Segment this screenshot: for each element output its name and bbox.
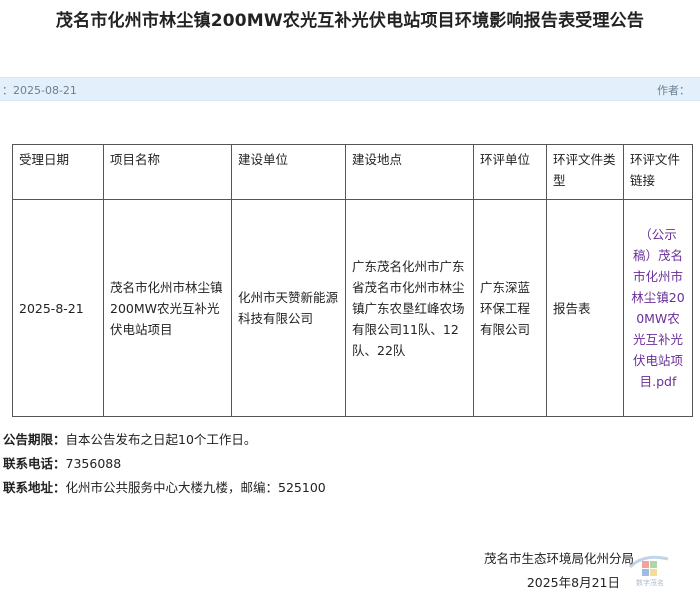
notice-period: 公告期限：自本公告发布之日起10个工作日。 (3, 429, 256, 448)
header-cell: 环评文件类型 (546, 144, 624, 200)
watermark-text: 数字茂名 (636, 578, 664, 587)
cell-date: 2025-8-21 (12, 199, 104, 417)
issuer-name: 茂名市生态环境局化州分局 (483, 551, 634, 566)
contact-phone-label: 联系电话： (3, 456, 66, 471)
notice-period-value: 自本公告发布之日起10个工作日。 (65, 432, 257, 447)
cell-project: 茂名市化州市林尘镇200MW农光互补光伏电站项目 (103, 199, 232, 417)
table-header-row: 受理日期 项目名称 建设单位 建设地点 环评单位 环评文件类型 环评文件链接 (12, 144, 693, 200)
cell-link: （公示稿）茂名市化州市林尘镇200MW农光互补光伏电站项目.pdf (623, 199, 693, 417)
header-cell: 建设单位 (231, 144, 346, 200)
site-logo-watermark: 数字茂名 (624, 549, 676, 589)
author-label: 作者： (657, 84, 690, 97)
notice-period-label: 公告期限： (3, 432, 66, 447)
contact-phone-value: 7356088 (65, 456, 122, 471)
page-title: 茂名市化州市林尘镇200MW农光互补光伏电站项目环境影响报告表受理公告 (55, 11, 645, 31)
cell-builder: 化州市天赞新能源科技有限公司 (231, 199, 346, 417)
announcement-table: 受理日期 项目名称 建设单位 建设地点 环评单位 环评文件类型 环评文件链接 2… (12, 144, 693, 417)
contact-address-value: 化州市公共服务中心大楼九楼，邮编：525100 (65, 480, 326, 495)
cell-doc-type: 报告表 (546, 199, 624, 417)
header-cell: 项目名称 (103, 144, 232, 200)
contact-address-label: 联系地址： (3, 480, 66, 495)
header-cell: 建设地点 (345, 144, 474, 200)
contact-address: 联系地址：化州市公共服务中心大楼九楼，邮编：525100 (3, 477, 326, 496)
header-cell: 受理日期 (12, 144, 104, 200)
logo-icon: 数字茂名 (628, 555, 669, 587)
pdf-download-link[interactable]: （公示稿）茂名市化州市林尘镇200MW农光互补光伏电站项目.pdf (631, 227, 684, 389)
cell-location: 广东茂名化州市广东省茂名市化州市林尘镇广东农垦红峰农场有限公司11队、12队、2… (345, 199, 474, 417)
header-cell: 环评文件链接 (623, 144, 693, 200)
cell-eia-unit: 广东深蓝环保工程有限公司 (473, 199, 547, 417)
meta-bar: ：2025-08-21 作者： (0, 77, 700, 101)
contact-phone: 联系电话：7356088 (3, 453, 121, 472)
issue-date: 2025年8月21日 (526, 575, 620, 590)
header-cell: 环评单位 (473, 144, 547, 200)
table-row: 2025-8-21 茂名市化州市林尘镇200MW农光互补光伏电站项目 化州市天赞… (12, 199, 693, 417)
publish-date: ：2025-08-21 (2, 84, 77, 97)
